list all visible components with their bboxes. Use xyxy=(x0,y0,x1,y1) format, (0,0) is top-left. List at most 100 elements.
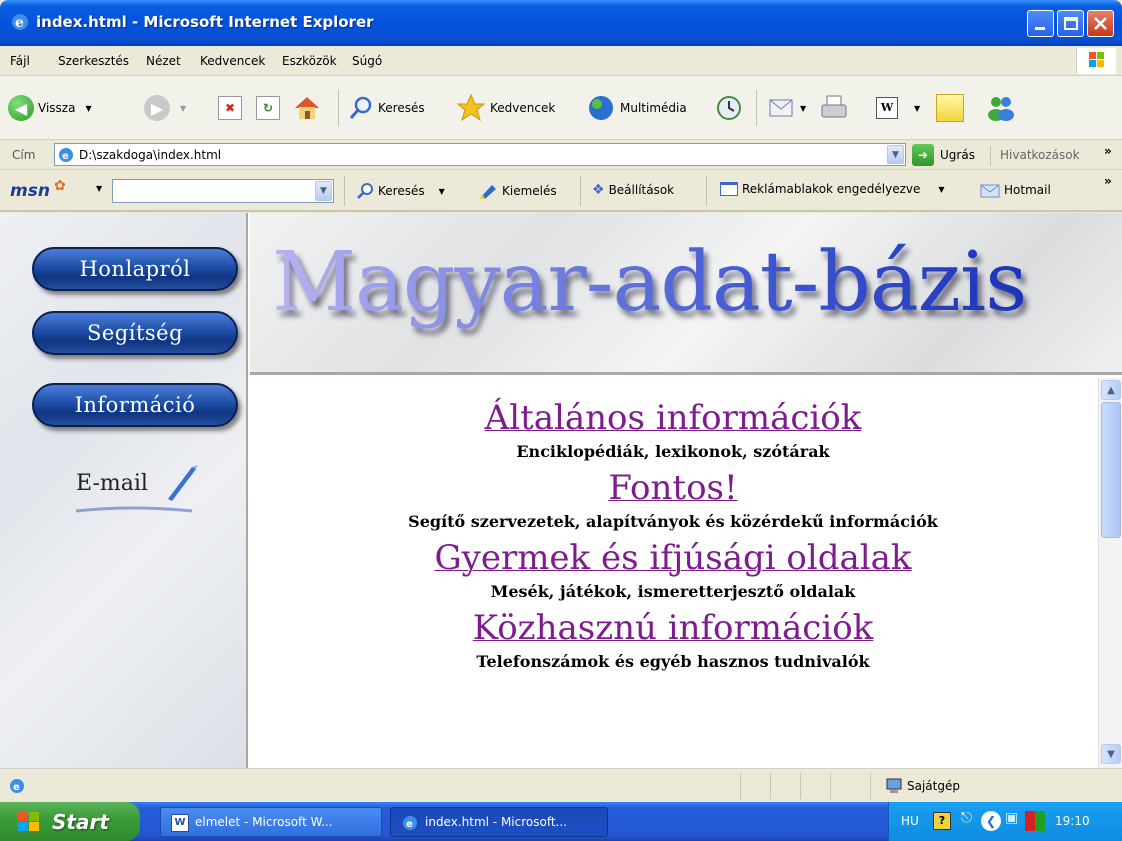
scroll-up-button[interactable]: ▲ xyxy=(1101,380,1121,400)
forward-button[interactable]: ▶ ▼ xyxy=(144,92,186,124)
links-chevron-icon[interactable]: » xyxy=(1104,144,1112,158)
menu-tools[interactable]: Eszközök xyxy=(282,54,337,68)
section-link-public[interactable]: Közhasznú információk xyxy=(250,606,1096,650)
msn-chevron-icon[interactable]: » xyxy=(1104,174,1112,188)
task-word[interactable]: W elmelet - Microsoft W... xyxy=(160,807,382,837)
popup-dropdown-icon[interactable]: ▼ xyxy=(938,185,944,194)
links-label[interactable]: Hivatkozások xyxy=(1000,148,1080,162)
taskbar: Start W elmelet - Microsoft W... e index… xyxy=(0,802,1122,841)
history-button[interactable] xyxy=(714,92,744,124)
svg-text:e: e xyxy=(62,151,69,162)
address-input[interactable]: e D:\szakdoga\index.html ▼ xyxy=(54,143,906,166)
menu-help[interactable]: Súgó xyxy=(352,54,382,68)
section-link-general[interactable]: Általános információk xyxy=(250,396,1096,440)
app-tray-icon[interactable] xyxy=(1025,811,1045,831)
settings-button[interactable]: ❖ Beállítások xyxy=(592,182,674,198)
section-link-important[interactable]: Fontos! xyxy=(250,466,1096,510)
title-bar: e index.html - Microsoft Internet Explor… xyxy=(0,0,1122,46)
refresh-icon: ↻ xyxy=(256,96,280,120)
msn-dropdown-icon[interactable]: ▼ xyxy=(96,184,102,193)
highlight-button[interactable]: Kiemelés xyxy=(478,182,557,200)
close-button[interactable] xyxy=(1087,10,1114,37)
home-button[interactable] xyxy=(292,92,322,124)
forward-arrow-icon: ▶ xyxy=(144,95,170,121)
email-label: E-mail xyxy=(76,471,148,496)
back-label: Vissza xyxy=(38,101,76,115)
section-desc: Segítő szervezetek, alapítványok és közé… xyxy=(408,512,938,531)
scroll-down-button[interactable]: ▼ xyxy=(1101,744,1121,764)
zone-label: Sajátgép xyxy=(907,779,960,793)
start-label: Start xyxy=(52,809,109,834)
standard-toolbar: ◀ Vissza ▼ ▶ ▼ ✖ ↻ Keresés Kedvencek Mul… xyxy=(0,76,1122,140)
left-nav-frame: Honlapról Segítség Információ E-mail xyxy=(0,213,248,768)
my-computer-icon xyxy=(886,778,902,793)
section-link-youth[interactable]: Gyermek és ifjúsági oldalak xyxy=(250,536,1096,580)
menu-edit[interactable]: Szerkesztés xyxy=(58,54,129,68)
clock[interactable]: 19:10 xyxy=(1055,814,1090,828)
discuss-button[interactable] xyxy=(936,92,964,124)
forward-dropdown-icon[interactable]: ▼ xyxy=(180,104,186,113)
discuss-icon xyxy=(936,94,964,122)
msn-butterfly-icon: ✿ xyxy=(54,178,66,194)
msn-search-menu-icon[interactable]: ▼ xyxy=(439,187,445,196)
nav-help-button[interactable]: Segítség xyxy=(32,311,238,355)
go-label: Ugrás xyxy=(940,148,975,162)
vertical-scrollbar[interactable]: ▲ ▼ xyxy=(1098,378,1122,768)
hotmail-button[interactable]: Hotmail xyxy=(980,182,1051,198)
address-url: D:\szakdoga\index.html xyxy=(79,148,222,162)
scroll-thumb[interactable] xyxy=(1101,402,1121,538)
mail-button[interactable]: ▼ xyxy=(766,92,806,124)
minimize-icon xyxy=(1035,27,1045,30)
minimize-button[interactable] xyxy=(1027,10,1054,37)
messenger-button[interactable] xyxy=(984,92,1018,124)
media-button[interactable]: Multimédia xyxy=(586,92,687,124)
settings-label: Beállítások xyxy=(608,183,675,197)
close-icon xyxy=(1094,17,1107,30)
task-ie-label: index.html - Microsoft... xyxy=(425,815,567,829)
print-button[interactable] xyxy=(818,92,850,124)
menu-file[interactable]: Fájl xyxy=(10,54,30,68)
home-icon xyxy=(295,97,319,119)
maximize-button[interactable] xyxy=(1057,10,1084,37)
system-tray: HU ? ⎋ ❮ ▣ 19:10 xyxy=(888,802,1122,841)
help-tray-icon[interactable]: ? xyxy=(933,812,951,830)
go-button[interactable]: ➜ Ugrás xyxy=(912,144,975,166)
edit-dropdown-icon[interactable]: ▼ xyxy=(914,104,920,113)
show-hidden-icons-button[interactable]: ❮ xyxy=(981,811,1001,831)
email-link[interactable]: E-mail xyxy=(72,463,202,523)
task-ie[interactable]: e index.html - Microsoft... xyxy=(390,807,608,837)
mail-dropdown-icon[interactable]: ▼ xyxy=(800,104,806,113)
menu-view[interactable]: Nézet xyxy=(146,54,181,68)
network-tray-icon[interactable]: ⎋ xyxy=(961,810,972,826)
windows-flag-icon xyxy=(18,812,39,831)
favorites-star-icon xyxy=(456,93,486,122)
word-icon: W xyxy=(876,97,898,119)
favorites-button[interactable]: Kedvencek xyxy=(456,92,555,124)
address-bar: Cím e D:\szakdoga\index.html ▼ ➜ Ugrás H… xyxy=(0,140,1122,170)
msn-search-dropdown[interactable]: ▼ xyxy=(315,181,332,201)
site-banner-title: Magyar-adat-bázis xyxy=(272,235,1027,330)
search-button[interactable]: Keresés xyxy=(348,92,425,124)
search-icon xyxy=(349,96,372,119)
connection-tray-icon[interactable]: ▣ xyxy=(1005,810,1018,826)
start-button[interactable]: Start xyxy=(0,802,140,841)
menu-favorites[interactable]: Kedvencek xyxy=(200,54,265,68)
address-dropdown-button[interactable]: ▼ xyxy=(887,145,904,164)
msn-search-input[interactable]: ▼ xyxy=(112,179,334,203)
nav-info-button[interactable]: Információ xyxy=(32,383,238,427)
highlighter-icon xyxy=(479,185,496,199)
edit-word-button[interactable]: W ▼ xyxy=(876,92,920,124)
back-dropdown-icon[interactable]: ▼ xyxy=(85,104,91,113)
nav-about-button[interactable]: Honlapról xyxy=(32,247,238,291)
svg-text:e: e xyxy=(406,819,413,830)
back-button[interactable]: ◀ Vissza ▼ xyxy=(8,92,92,124)
msn-search-button[interactable]: Keresés ▼ xyxy=(356,182,445,200)
popup-blocker-button[interactable]: Reklámablakok engedélyezve ▼ xyxy=(720,182,945,196)
banner-frame: Magyar-adat-bázis xyxy=(250,213,1122,375)
refresh-button[interactable]: ↻ xyxy=(256,92,280,124)
msn-logo[interactable]: msn xyxy=(10,181,50,201)
language-indicator[interactable]: HU xyxy=(901,814,919,828)
status-bar: e Sajátgép xyxy=(0,768,1122,802)
stop-button[interactable]: ✖ xyxy=(218,92,242,124)
print-icon xyxy=(821,95,847,118)
